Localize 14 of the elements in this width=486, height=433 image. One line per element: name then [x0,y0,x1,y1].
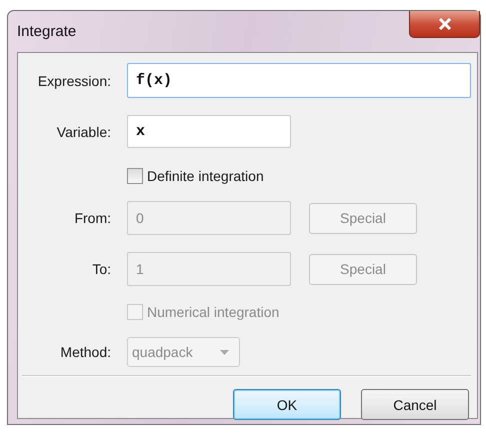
window-title: Integrate [17,23,76,40]
checkbox[interactable]: Definite integration [127,168,264,184]
ok-button[interactable]: OK [233,389,341,420]
field-label: From: [73,210,111,226]
input-field[interactable]: x [127,115,291,148]
field-label: Method: [59,344,111,360]
cancel-button[interactable]: Cancel [361,389,469,420]
dropdown-arrow-icon [220,350,229,354]
input-field[interactable]: f(x) [127,63,471,98]
close-button[interactable] [409,11,480,38]
close-icon [438,18,452,30]
field-label: Variable: [56,124,111,140]
field-label: Expression: [36,72,111,88]
field-label: To: [91,261,111,277]
